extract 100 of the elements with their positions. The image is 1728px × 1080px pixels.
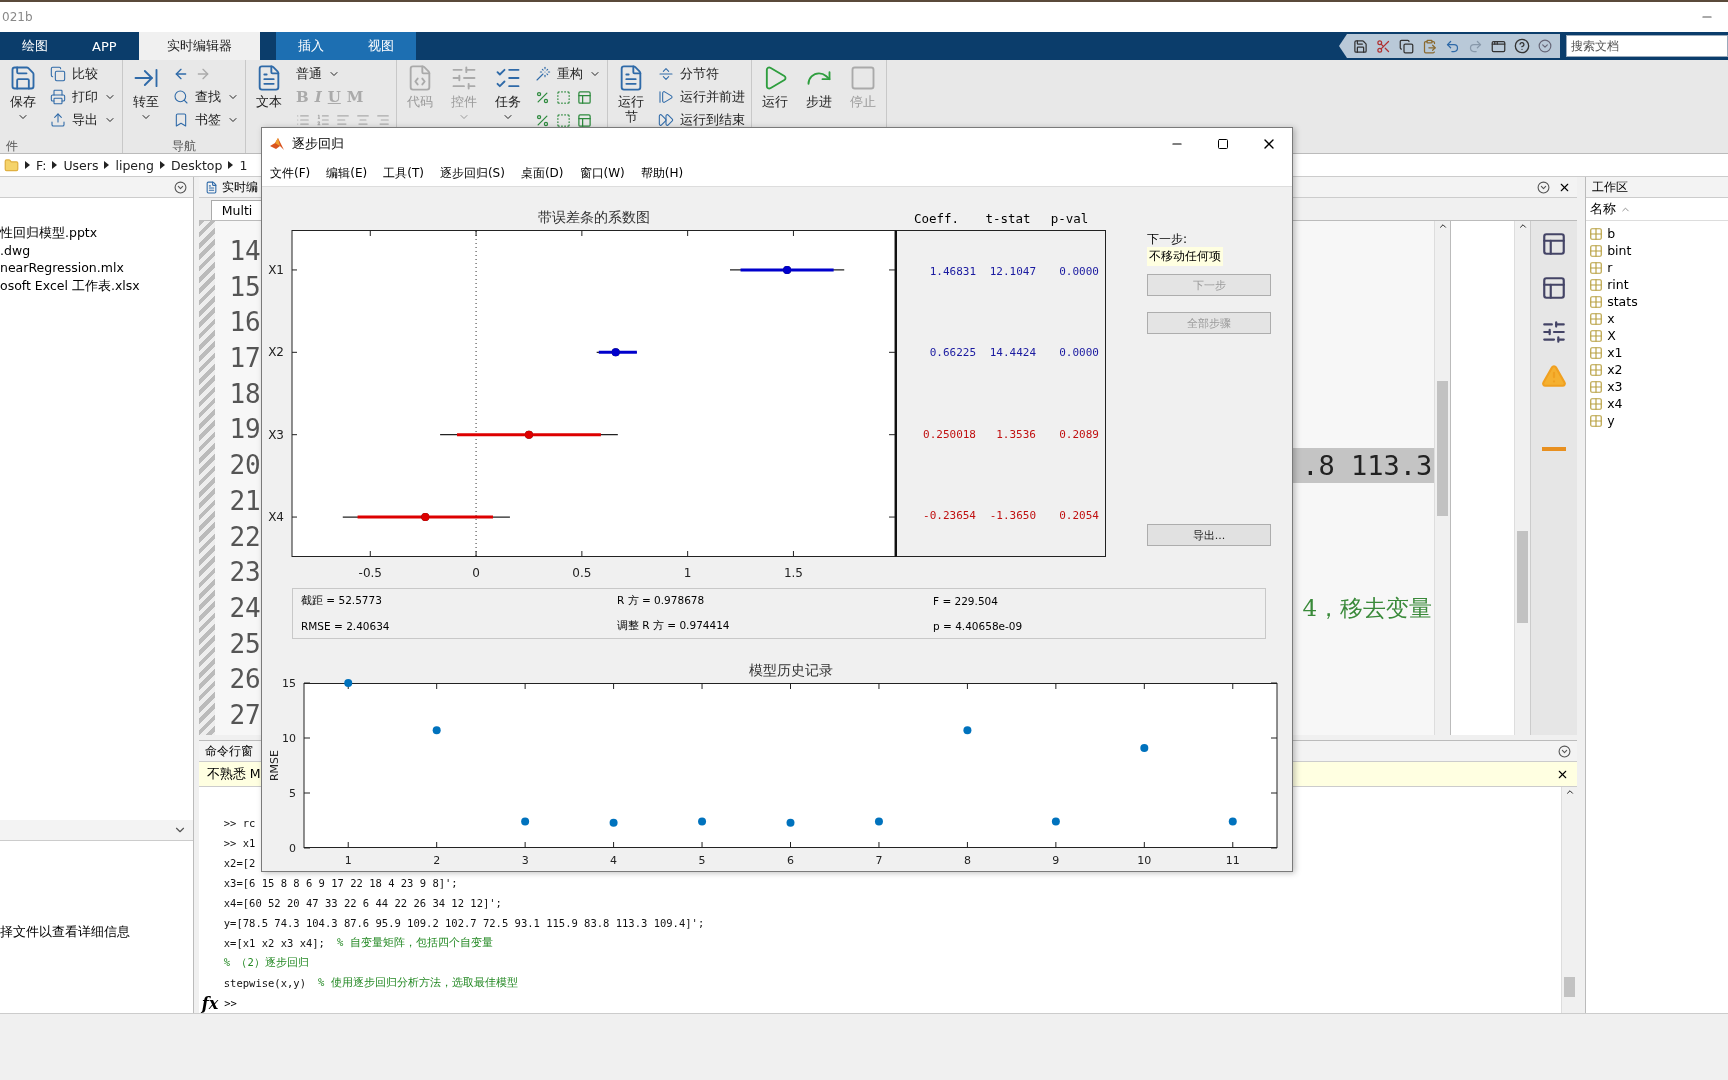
ribbon-button[interactable]: 运行 — [758, 64, 792, 139]
ribbon-tab[interactable]: 插入 — [275, 32, 346, 60]
ribbon-tab[interactable]: 视图 — [345, 32, 416, 60]
output-hide-icon[interactable] — [1541, 319, 1568, 345]
panel-title: 命令行窗 — [204, 742, 253, 760]
cut-icon[interactable] — [1376, 38, 1391, 54]
ribbon-button[interactable]: 导出 — [50, 110, 116, 130]
command-prompt[interactable]: >> — [224, 997, 237, 1009]
panel-icon[interactable] — [577, 112, 592, 128]
window-icon[interactable] — [1491, 38, 1506, 54]
menu-item[interactable]: 桌面(D) — [520, 164, 564, 182]
step-forward-icon — [658, 89, 674, 105]
scrollbar-thumb[interactable] — [1564, 977, 1576, 997]
line-number: 16 — [228, 306, 261, 340]
ribbon-tab[interactable]: 实时编辑器 — [138, 32, 260, 60]
document-icon — [204, 180, 218, 194]
ribbon-button[interactable]: 运行并前进 — [658, 87, 745, 107]
scrollbar-thumb[interactable] — [1517, 531, 1529, 623]
command-text: x4=[60 52 20 47 33 22 6 44 22 26 34 12 12]'; — [223, 897, 502, 909]
variable-name[interactable]: rint — [1607, 277, 1629, 292]
stat-text: 调整 R 方 = 0.974414 — [617, 618, 731, 633]
slider-icon — [450, 64, 478, 92]
path-segment[interactable]: Desktop — [170, 157, 223, 173]
output-inline-icon[interactable] — [1541, 231, 1568, 257]
table-icon — [1589, 277, 1604, 292]
ribbon-button[interactable]: 重构 — [535, 64, 601, 84]
ribbon-button[interactable]: 运行节 — [614, 64, 648, 139]
function-button[interactable]: fx — [201, 993, 219, 1013]
variable-name[interactable]: y — [1607, 413, 1615, 428]
percent-icon[interactable] — [535, 89, 550, 105]
undo-icon[interactable] — [1445, 38, 1460, 54]
triangle-icon — [52, 161, 58, 169]
ribbon-button[interactable]: 转至 — [129, 64, 163, 139]
ribbon-button[interactable]: 分节符 — [658, 64, 745, 84]
variable-name[interactable]: x2 — [1607, 362, 1623, 377]
next-step-value: 不移动任何项 — [1147, 247, 1223, 266]
table-cell-text: -0.23654 — [922, 508, 976, 522]
output-right-icon[interactable] — [1541, 275, 1568, 301]
save-icon[interactable] — [1353, 38, 1368, 54]
column-header[interactable]: 名称 — [1590, 200, 1617, 218]
variable-name[interactable]: X — [1607, 328, 1616, 343]
menu-item[interactable]: 帮助(H) — [640, 164, 684, 182]
variable-name[interactable]: b — [1607, 226, 1616, 241]
variable-name[interactable]: x4 — [1607, 396, 1623, 411]
panel-icon[interactable] — [577, 89, 592, 105]
paste-icon[interactable] — [1422, 38, 1437, 54]
scroll-up-icon[interactable] — [1517, 221, 1528, 231]
ribbon-button[interactable]: 保存 — [6, 64, 40, 139]
folder-icon[interactable] — [4, 157, 19, 173]
axis-label: RMSE — [268, 749, 281, 782]
maximize-icon[interactable] — [1217, 138, 1229, 150]
file-item[interactable]: 性回归模型.pptx — [0, 224, 193, 242]
menu-item[interactable]: 窗口(W) — [579, 164, 625, 182]
file-item[interactable]: nearRegression.mlx — [0, 259, 193, 277]
ribbon-button[interactable]: 步进 — [802, 64, 836, 139]
help-icon[interactable] — [1514, 38, 1530, 54]
ribbon-button[interactable]: 任务 — [491, 64, 525, 139]
ribbon-button[interactable]: 打印 — [50, 87, 116, 107]
variable-name[interactable]: x3 — [1607, 379, 1623, 394]
variable-name[interactable]: x — [1607, 311, 1615, 326]
line-number: 22 — [228, 520, 261, 554]
copy-icon[interactable] — [1399, 38, 1414, 54]
scroll-up-icon[interactable] — [1437, 221, 1448, 231]
ribbon-button[interactable]: 书签 — [173, 110, 239, 130]
variable-name[interactable]: bint — [1607, 243, 1632, 258]
action-button[interactable]: 导出... — [1147, 524, 1271, 546]
ribbon-button[interactable]: 运行到结束 — [658, 110, 745, 130]
file-item[interactable]: osoft Excel 工作表.xlsx — [0, 276, 193, 294]
triangle-icon — [228, 161, 234, 169]
path-segment[interactable]: Users — [63, 157, 99, 173]
command-text: y=[78.5 74.3 104.3 87.6 95.9 109.2 102.7 72.5 93.1 115.9 83.8 113.3 109.4]'; — [223, 917, 705, 929]
square-icon[interactable] — [556, 112, 571, 128]
scroll-up-icon[interactable] — [1564, 787, 1575, 797]
variable-name[interactable]: r — [1607, 260, 1613, 275]
dropdown-icon[interactable] — [1558, 744, 1572, 758]
variable-name[interactable]: stats — [1607, 294, 1638, 309]
search-field[interactable]: 搜索文档 — [1566, 35, 1728, 57]
dropdown-icon[interactable] — [1537, 180, 1551, 194]
file-item[interactable]: .dwg — [0, 241, 193, 259]
square-icon[interactable] — [556, 89, 571, 105]
variable-name[interactable]: x1 — [1607, 345, 1623, 360]
dropdown-icon[interactable] — [173, 180, 187, 194]
percent-icon[interactable] — [535, 112, 550, 128]
menu-item[interactable]: 工具(T) — [383, 164, 424, 182]
path-segment[interactable]: 1 — [239, 157, 248, 173]
tick-label: 10 — [1137, 854, 1152, 867]
line-number: 25 — [228, 627, 261, 661]
menu-item[interactable]: 逐步回归(S) — [439, 164, 505, 182]
dropdown-icon[interactable] — [1538, 39, 1552, 53]
ribbon-button[interactable]: 普通 — [296, 64, 390, 84]
path-segment[interactable]: F: — [36, 157, 47, 173]
ribbon-button[interactable]: 比较 — [50, 64, 116, 84]
ribbon-button[interactable]: 文本 — [252, 64, 286, 139]
table-icon — [1589, 379, 1604, 394]
ribbon-button[interactable]: 查找 — [173, 87, 239, 107]
menu-item[interactable]: 文件(F) — [270, 164, 311, 182]
editor-tab[interactable]: Multi — [210, 200, 264, 220]
scrollbar-thumb[interactable] — [1437, 381, 1449, 516]
path-segment[interactable]: lipeng — [115, 157, 154, 173]
menu-item[interactable]: 编辑(E) — [326, 164, 368, 182]
